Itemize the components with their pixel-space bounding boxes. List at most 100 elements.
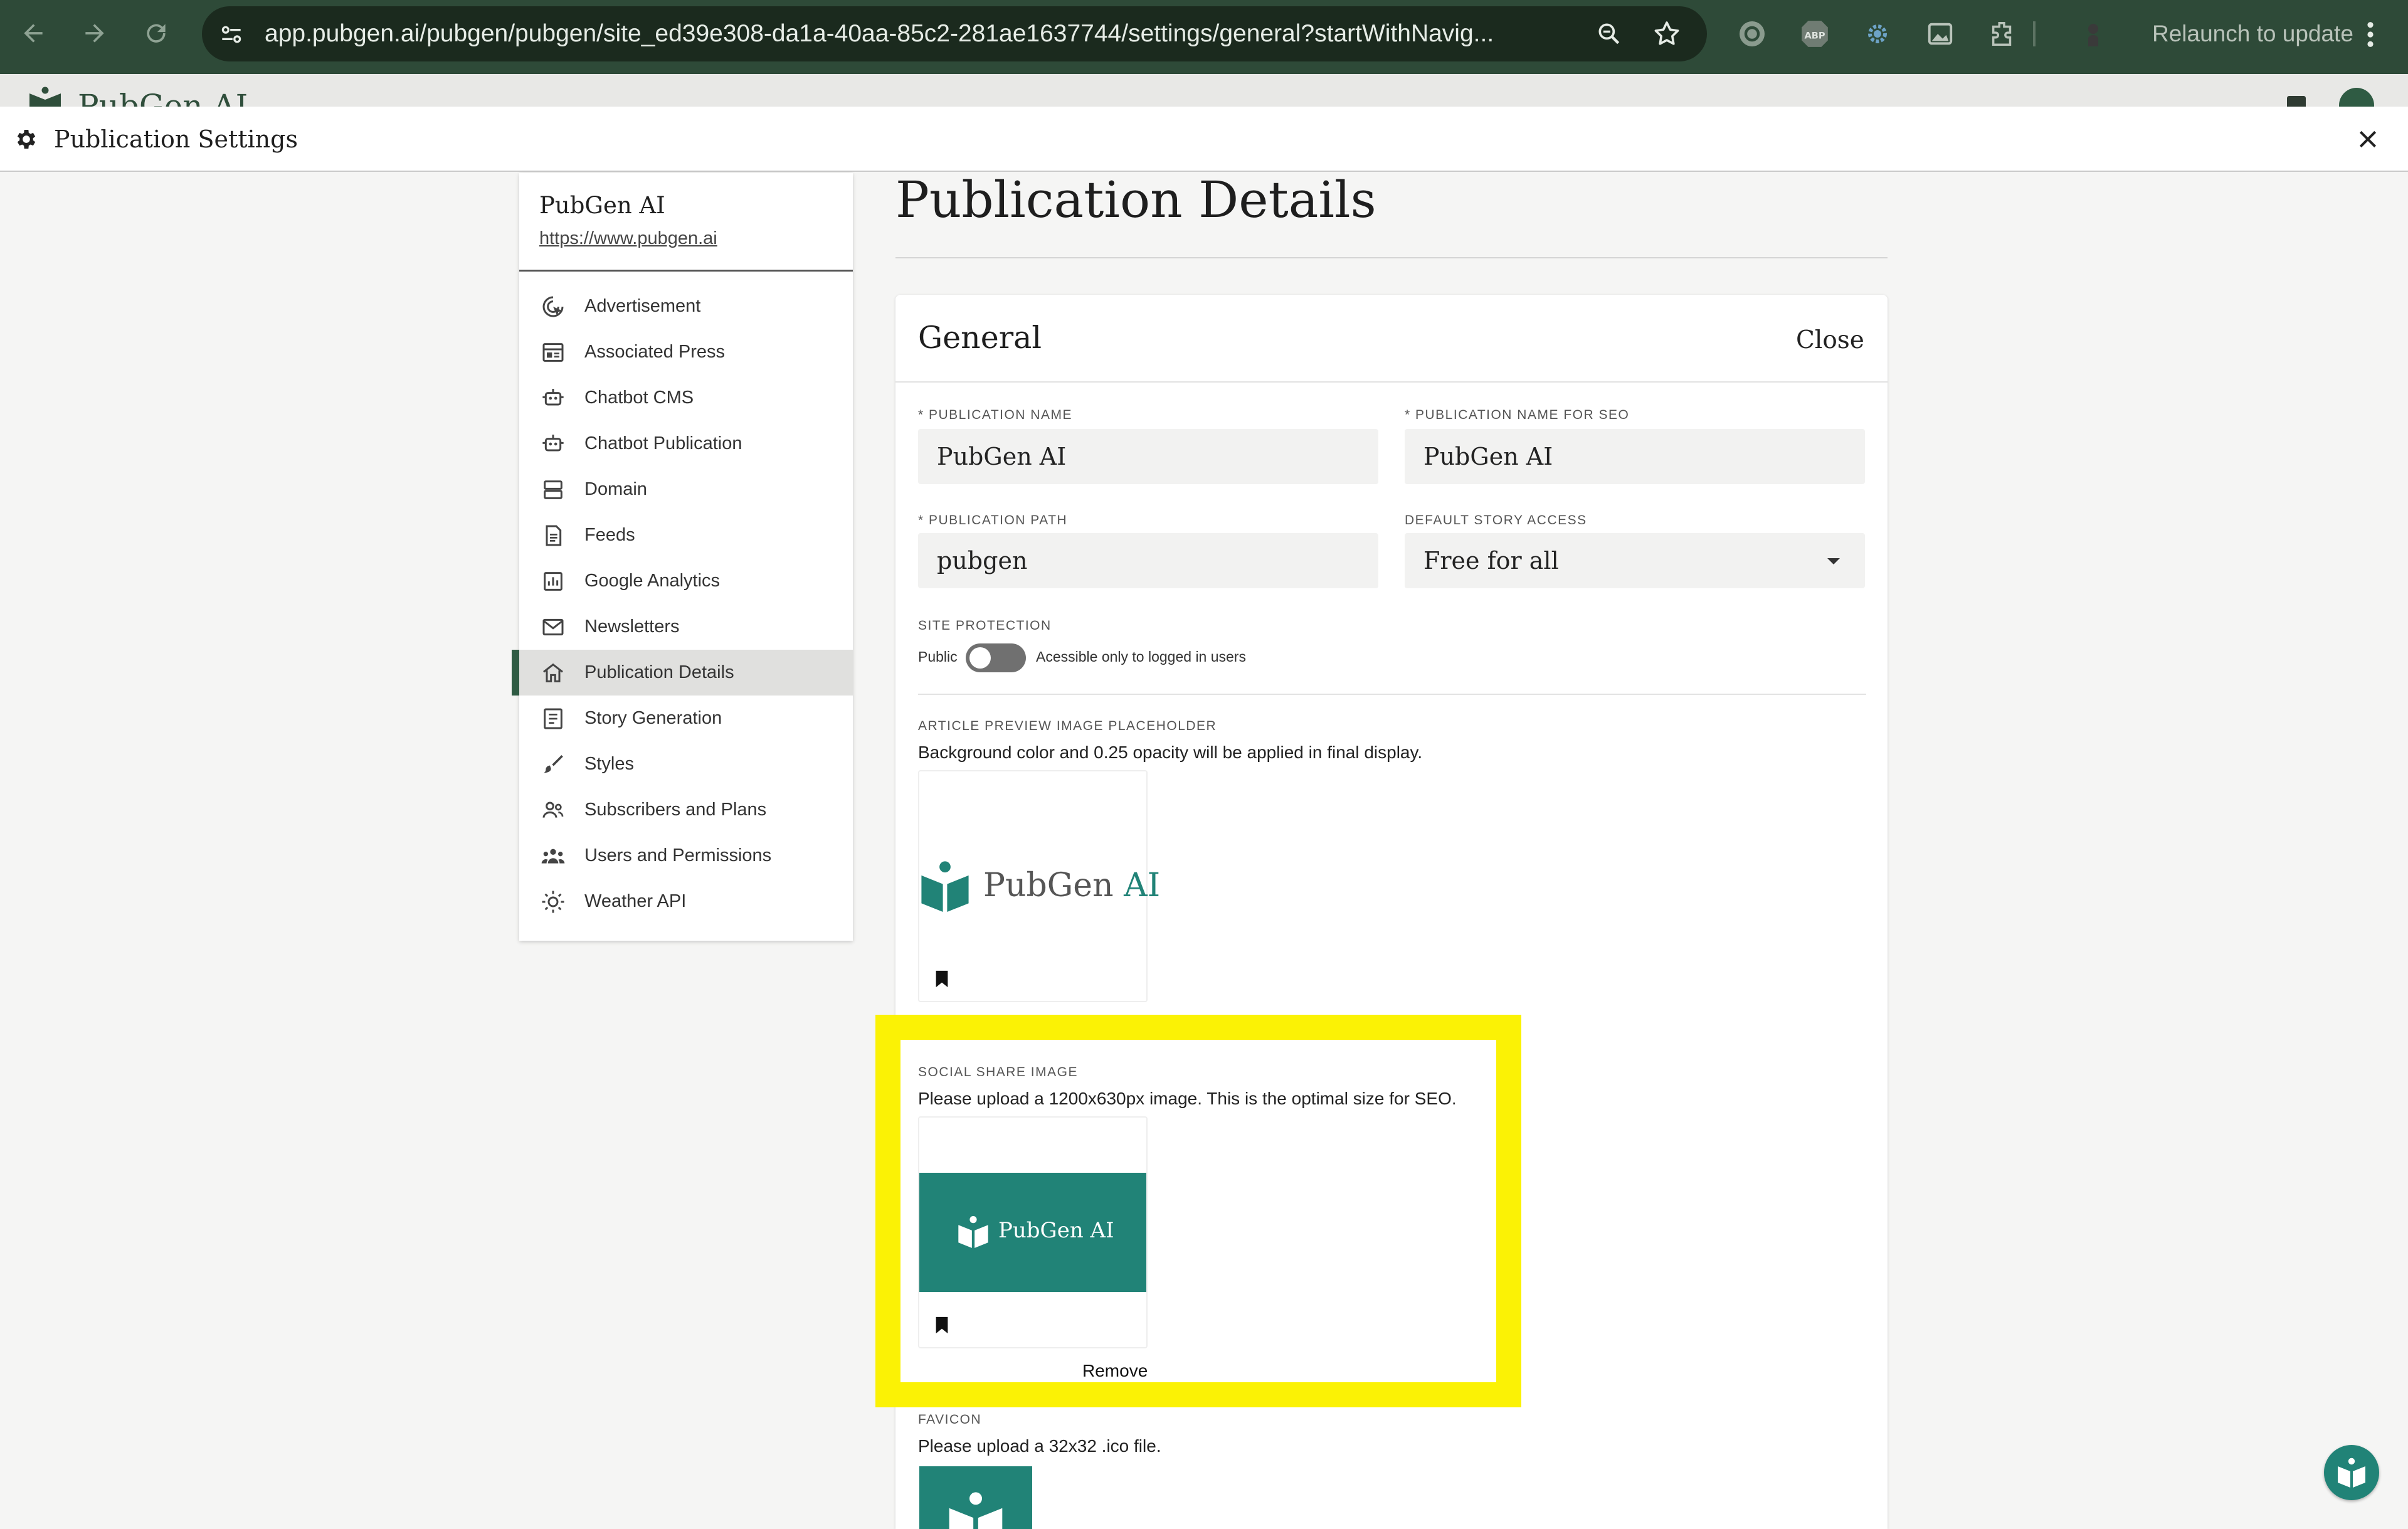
sidebar-item-feeds[interactable]: Feeds (519, 512, 853, 558)
title-divider (895, 257, 1888, 258)
card-header-divider (895, 381, 1888, 383)
sidebar-item-advertisement[interactable]: Advertisement (519, 283, 853, 329)
default-story-access-value: Free for all (1423, 547, 1559, 574)
dialog-title: Publication Settings (54, 125, 298, 153)
forward-button[interactable] (75, 14, 114, 53)
profile-avatar-icon[interactable] (2076, 16, 2111, 51)
url-text[interactable]: app.pubgen.ai/pubgen/pubgen/site_ed39e30… (265, 6, 1519, 61)
article-preview-image[interactable]: PubGen AI (918, 770, 1160, 1002)
remove-social-image-button[interactable]: Remove (1082, 1361, 1148, 1381)
sidebar-item-label: Users and Permissions (584, 845, 772, 865)
list-document-icon (539, 705, 567, 733)
pubgen-logo-icon (949, 1492, 1003, 1529)
article-preview-label: ARTICLE PREVIEW IMAGE PLACEHOLDER (918, 719, 1217, 733)
sidebar-item-label: Newsletters (584, 616, 680, 637)
pubgen-logo-icon (2338, 1458, 2365, 1488)
social-share-label: SOCIAL SHARE IMAGE (918, 1065, 1078, 1079)
default-story-access-label: DEFAULT STORY ACCESS (1405, 513, 1587, 527)
page-title: Publication Details (895, 171, 1376, 229)
sidebar-item-weather-api[interactable]: Weather API (519, 879, 853, 924)
sidebar-item-styles[interactable]: Styles (519, 741, 853, 787)
newspaper-icon (539, 339, 567, 366)
close-icon (2359, 130, 2377, 148)
image-extension-icon[interactable] (1923, 16, 1958, 51)
sidebar-item-label: Google Analytics (584, 571, 721, 591)
sidebar-item-label: Advertisement (584, 296, 701, 316)
article-preview-logo-text: PubGen AI (983, 867, 1161, 904)
pubgen-logo-icon (29, 87, 61, 107)
toggle-knob (969, 647, 991, 669)
sidebar-item-associated-press[interactable]: Associated Press (519, 329, 853, 375)
sidebar-item-chatbot-cms[interactable]: Chatbot CMS (519, 375, 853, 421)
puzzle-extensions-icon[interactable] (1985, 16, 2020, 51)
settings-sidebar: PubGen AI https://www.pubgen.ai Advertis… (512, 173, 853, 941)
sun-icon (539, 888, 567, 916)
social-share-image[interactable]: PubGen AI (918, 1116, 1148, 1348)
sidebar-item-label: Feeds (584, 525, 635, 545)
notes-icon (2287, 96, 2306, 107)
sidebar-item-chatbot-publication[interactable]: Chatbot Publication (519, 421, 853, 467)
google-lens-icon[interactable] (1735, 16, 1770, 51)
address-bar[interactable]: app.pubgen.ai/pubgen/pubgen/site_ed39e30… (202, 6, 1707, 61)
dropdown-caret-icon (1827, 558, 1840, 564)
social-share-helper: Please upload a 1200x630px image. This i… (918, 1089, 1457, 1108)
site-protection-label: SITE PROTECTION (918, 618, 1052, 633)
home-icon (539, 659, 567, 687)
user-avatar-icon (2339, 88, 2374, 107)
sidebar-item-subscribers-and-plans[interactable]: Subscribers and Plans (519, 787, 853, 833)
site-protection-toggle[interactable] (966, 643, 1026, 672)
help-chat-button[interactable] (2324, 1445, 2379, 1500)
close-dialog-button[interactable] (2355, 127, 2380, 152)
sidebar-item-google-analytics[interactable]: Google Analytics (519, 558, 853, 604)
robot-icon (539, 384, 567, 412)
bookmark-icon (936, 970, 948, 988)
social-share-logo-text: PubGen AI (998, 1218, 1114, 1243)
background-logo-text: PubGen AI (78, 88, 248, 107)
background-page: PubGen AI (0, 74, 2408, 107)
sidebar-item-newsletters[interactable]: Newsletters (519, 604, 853, 650)
publication-path-input[interactable]: pubgen (918, 533, 1378, 588)
brush-icon (539, 751, 567, 778)
mail-icon (539, 613, 567, 641)
sidebar-item-label: Associated Press (584, 342, 726, 362)
site-info-icon[interactable] (216, 19, 247, 50)
sidebar-item-users-and-permissions[interactable]: Users and Permissions (519, 833, 853, 879)
sidebar-item-label: Publication Details (584, 662, 734, 682)
zoom-icon[interactable] (1595, 20, 1623, 48)
server-icon (539, 476, 567, 504)
reload-icon (147, 24, 166, 43)
analytics-chart-icon (539, 568, 567, 595)
sidebar-publication-name: PubGen AI (539, 192, 665, 219)
sidebar-item-story-generation[interactable]: Story Generation (519, 696, 853, 741)
site-protection-public-label: Public (918, 648, 958, 665)
sidebar-item-domain[interactable]: Domain (519, 467, 853, 512)
dialog-header: Publication Settings (0, 107, 2408, 172)
card-title: General (918, 320, 1042, 356)
gear-icon (14, 127, 39, 152)
gear-extension-icon[interactable] (1860, 16, 1895, 51)
publication-name-input[interactable]: PubGen AI (918, 429, 1378, 484)
favicon-helper: Please upload a 32x32 .ico file. (918, 1436, 1161, 1456)
sidebar-item-label: Styles (584, 754, 634, 774)
adblock-plus-icon[interactable]: ABP (1797, 16, 1832, 51)
sidebar-item-publication-details[interactable]: Publication Details (512, 650, 853, 696)
sidebar-item-label: Chatbot CMS (584, 388, 694, 408)
browser-menu-icon[interactable] (2364, 20, 2377, 49)
article-preview-helper: Background color and 0.25 opacity will b… (918, 743, 1423, 762)
sidebar-item-label: Chatbot Publication (584, 433, 742, 453)
svg-text:ABP: ABP (1804, 30, 1825, 41)
sidebar-publication-url[interactable]: https://www.pubgen.ai (539, 228, 717, 249)
back-button[interactable] (14, 14, 53, 53)
sidebar-item-label: Weather API (584, 891, 687, 911)
default-story-access-select[interactable]: Free for all (1405, 533, 1865, 588)
general-settings-card: General Close * PUBLICATION NAME PubGen … (895, 295, 1888, 1529)
ad-target-icon (539, 293, 567, 320)
browser-toolbar: app.pubgen.ai/pubgen/pubgen/site_ed39e30… (0, 0, 2408, 74)
bookmark-star-icon[interactable] (1652, 19, 1682, 49)
relaunch-to-update-button[interactable]: Relaunch to update (2152, 0, 2353, 68)
card-close-button[interactable]: Close (1796, 326, 1864, 354)
publication-name-seo-input[interactable]: PubGen AI (1405, 429, 1865, 484)
reload-button[interactable] (137, 14, 176, 53)
favicon-image[interactable] (919, 1466, 1032, 1529)
robot-icon (539, 430, 567, 458)
